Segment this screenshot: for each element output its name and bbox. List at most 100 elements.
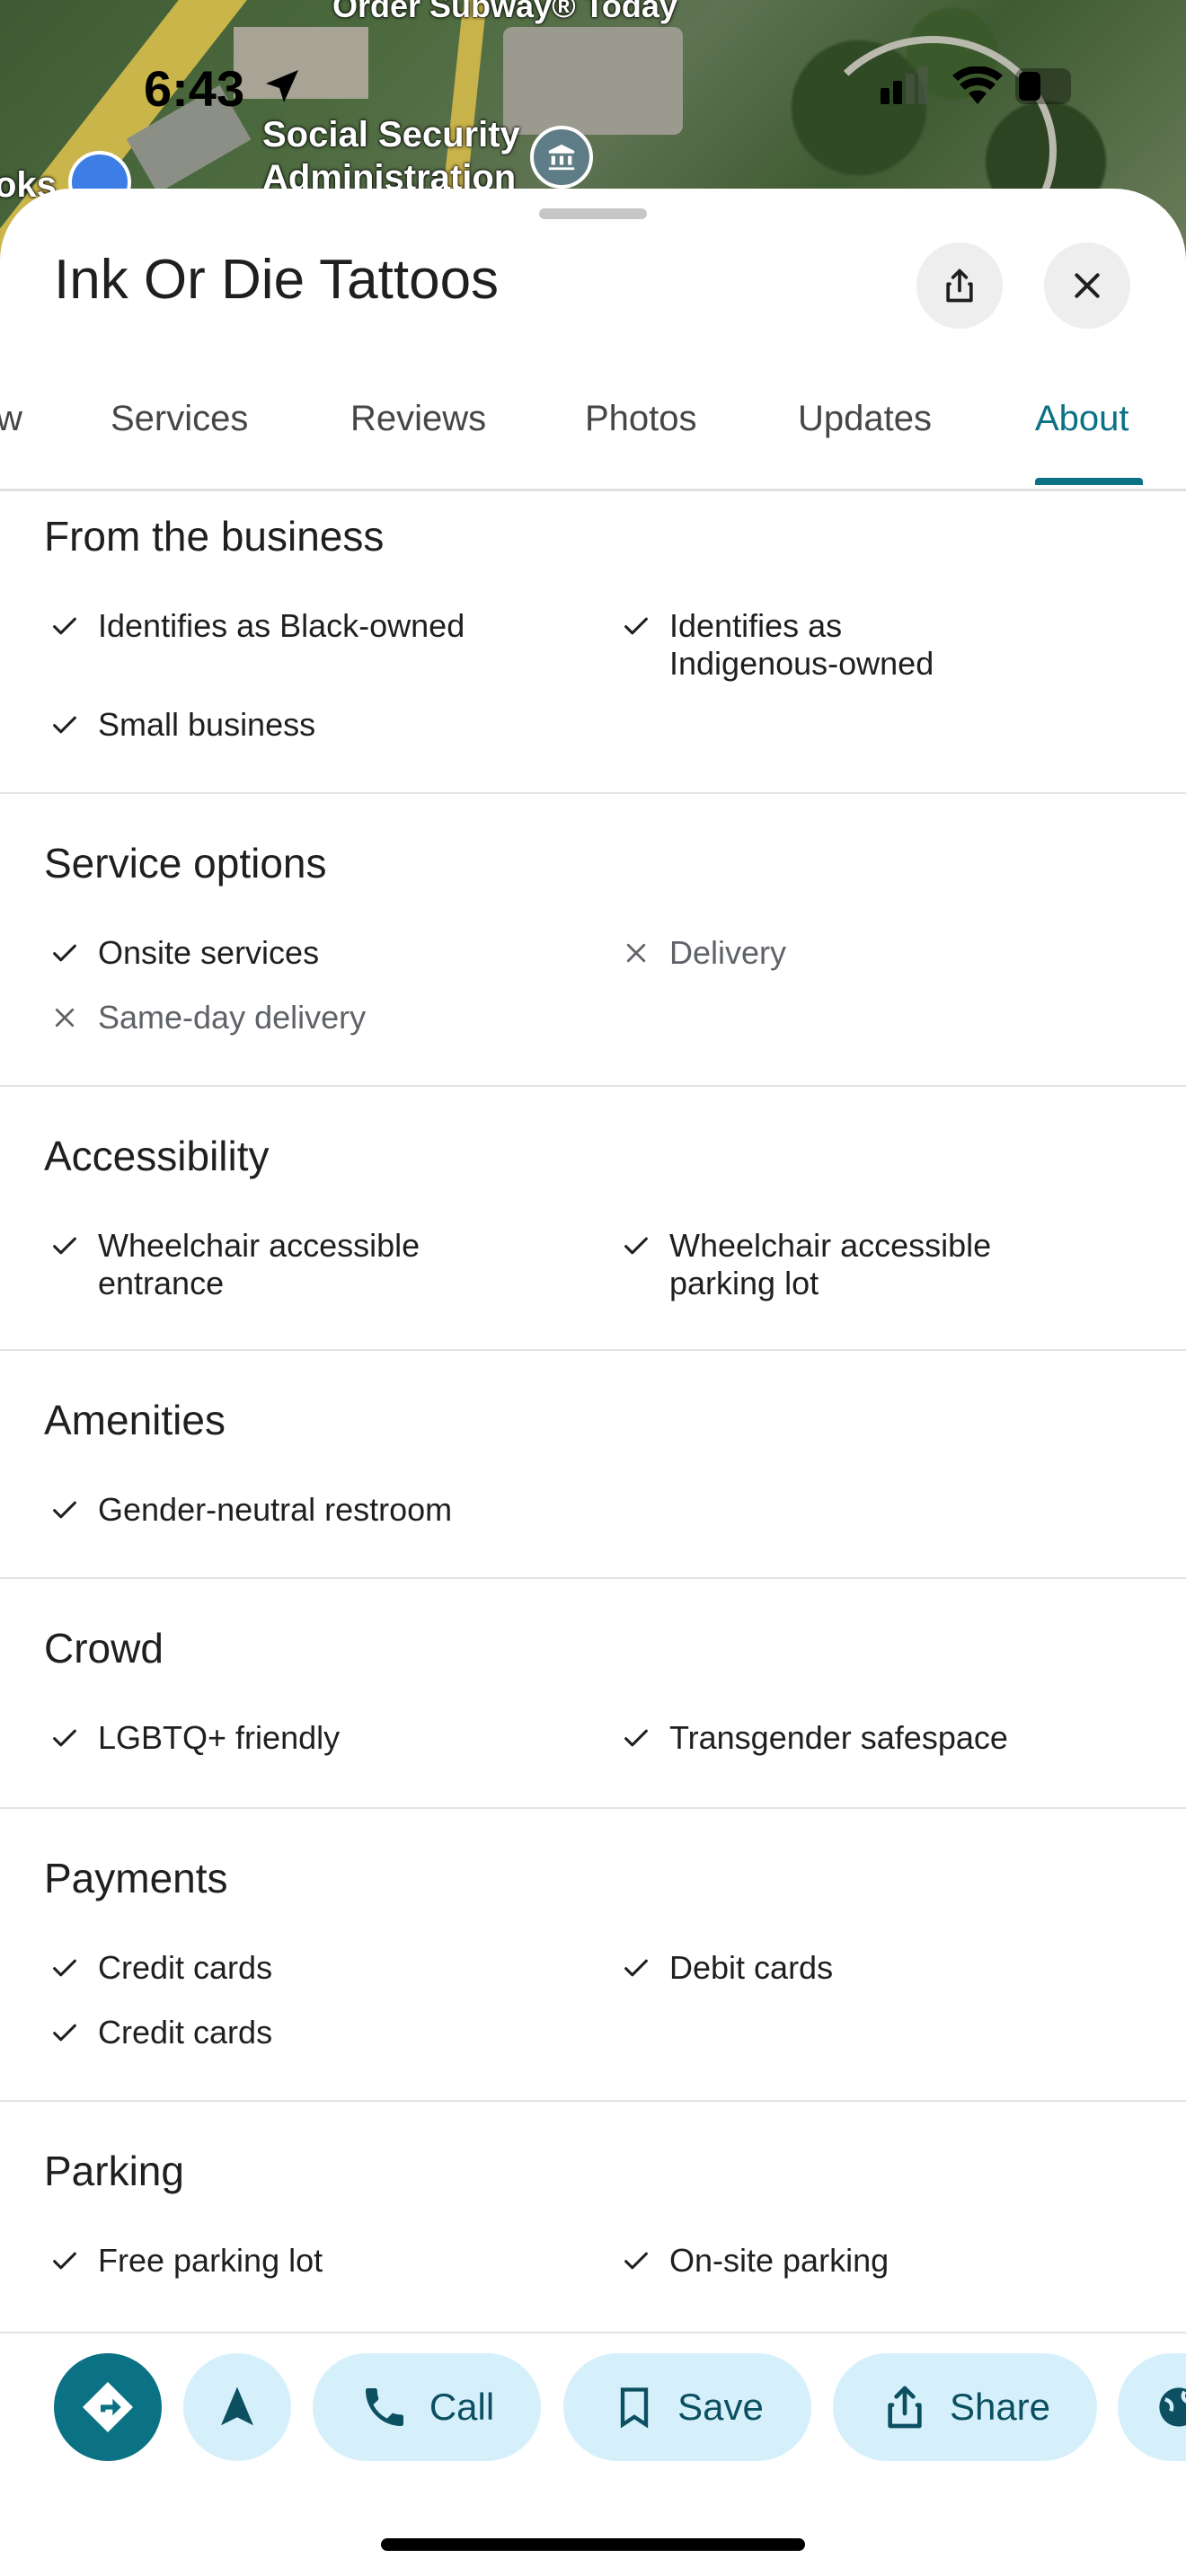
check-icon [44,1719,85,1757]
attribute-label: Delivery [669,934,787,971]
attribute-label: Debit cards [669,1949,834,1986]
share-label: Share [949,2386,1051,2428]
save-button[interactable]: Save [563,2353,811,2461]
status-time: 6:43 [144,60,245,117]
directions-button[interactable] [54,2353,162,2461]
home-indicator[interactable] [381,2538,805,2551]
tab-services[interactable]: Services [111,399,248,439]
attribute-item: Delivery [615,934,1119,972]
attribute-item: Gender-neutral restroom [44,1491,547,1529]
attribute-item: Onsite services [44,934,547,972]
attribute-item: Wheelchair accessible parking lot [615,1227,1119,1302]
cross-icon [44,999,85,1037]
call-button[interactable]: Call [313,2353,541,2461]
navigation-arrow-icon [221,2386,253,2426]
active-tab-indicator [1035,478,1143,485]
section-payments: Payments Credit cards Debit cards Credit… [0,1809,1186,2102]
check-icon [615,1949,657,1987]
attribute-label: Wheelchair accessible entrance [98,1227,420,1301]
about-content: From the business Identifies as Black-ow… [0,490,1186,2332]
section-service-options: Service options Onsite services Delivery… [0,794,1186,1087]
check-icon [615,607,657,645]
check-icon [44,934,85,972]
section-title: Payments [44,1855,228,1901]
section-title: Accessibility [44,1133,270,1179]
signal-icon [881,66,927,104]
attribute-label: Free parking lot [98,2242,323,2279]
check-icon [44,2242,85,2280]
check-icon [615,1719,657,1757]
tab-reviews[interactable]: Reviews [350,399,486,439]
check-icon [44,1227,85,1265]
save-label: Save [677,2386,764,2428]
share-button[interactable] [916,243,1003,329]
call-label: Call [429,2386,495,2428]
tab-photos[interactable]: Photos [585,399,697,439]
attribute-item: Wheelchair accessible entrance [44,1227,547,1302]
location-arrow-icon [266,70,298,102]
share-icon [946,269,973,303]
check-icon [44,1949,85,1987]
attribute-label: Credit cards [98,1949,273,1986]
attribute-item: Debit cards [615,1949,1119,1987]
attribute-label: Gender-neutral restroom [98,1491,453,1528]
attribute-item: Credit cards [44,2014,547,2051]
tab-about[interactable]: About [1035,399,1129,439]
section-parking: Parking Free parking lot On-site parking [0,2102,1186,2332]
section-from-the-business: From the business Identifies as Black-ow… [0,490,1186,794]
battery-icon [1015,68,1071,104]
section-amenities: Amenities Gender-neutral restroom [0,1351,1186,1579]
attribute-item: Identifies as Black-owned [44,607,547,645]
attribute-item: LGBTQ+ friendly [44,1719,547,1757]
government-building-pin-icon[interactable] [530,126,593,189]
check-icon [44,1491,85,1529]
attribute-label: Transgender safespace [669,1719,1008,1756]
attribute-item: Credit cards [44,1949,547,1987]
check-icon [44,607,85,645]
attribute-label: On-site parking [669,2242,890,2279]
status-icons [881,66,1071,104]
tab-bar: w Services Reviews Photos Updates About [0,386,1186,491]
attribute-label: Wheelchair accessible parking lot [669,1227,992,1301]
check-icon [615,1227,657,1265]
check-icon [44,706,85,744]
place-title: Ink Or Die Tattoos [54,249,500,311]
attribute-label: LGBTQ+ friendly [98,1719,341,1756]
section-title: Parking [44,2148,184,2194]
close-icon [1075,273,1100,298]
tab-overview[interactable]: w [0,399,22,439]
map-label-top: Order Subway® Today [332,0,677,24]
close-button[interactable] [1044,243,1130,329]
attribute-label: Small business [98,706,316,743]
start-navigation-button[interactable] [183,2353,291,2461]
section-accessibility: Accessibility Wheelchair accessible entr… [0,1087,1186,1351]
check-icon [44,2014,85,2051]
website-button[interactable] [1118,2353,1186,2461]
tab-updates[interactable]: Updates [798,399,932,439]
attribute-label: Credit cards [98,2014,273,2051]
directions-icon [83,2382,133,2432]
attribute-item: Small business [44,706,547,744]
cross-icon [615,934,657,972]
map-label-poi[interactable]: Social Security [262,115,520,155]
sheet-grabber[interactable] [539,208,647,219]
attribute-item: On-site parking [615,2242,1119,2280]
share-icon [888,2386,922,2429]
check-icon [615,2242,657,2280]
attribute-item: Identifies as Indigenous-owned [615,607,1119,683]
phone-icon [365,2388,403,2426]
attribute-label: Identifies as Indigenous-owned [669,607,934,682]
attribute-label: Onsite services [98,934,320,971]
share-action-button[interactable]: Share [833,2353,1097,2461]
attribute-item: Free parking lot [44,2242,547,2280]
section-title: Crowd [44,1625,164,1672]
wifi-icon [952,66,1003,104]
bookmark-icon [620,2387,649,2429]
attribute-label: Same-day delivery [98,999,367,1036]
action-bar: Call Save Share [0,2332,1186,2461]
section-crowd: Crowd LGBTQ+ friendly Transgender safesp… [0,1579,1186,1809]
globe-icon [1159,2387,1186,2427]
section-title: Service options [44,840,327,887]
attribute-label: Identifies as Black-owned [98,607,465,644]
attribute-item: Transgender safespace [615,1719,1119,1757]
